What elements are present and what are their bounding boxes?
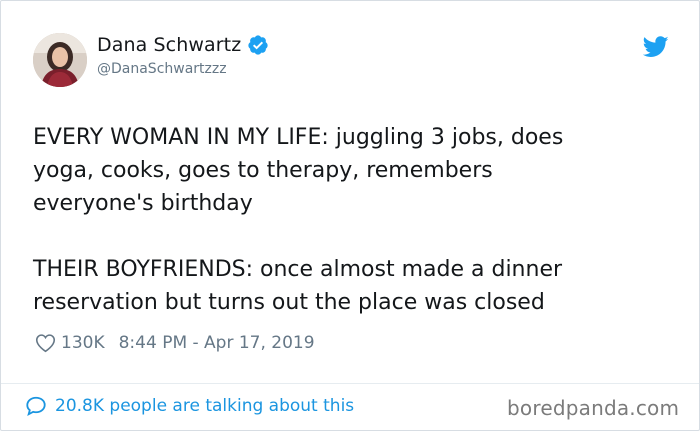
twitter-bird-icon[interactable]	[643, 36, 669, 58]
tweet-line: EVERY WOMAN IN MY LIFE: juggling 3 jobs,…	[33, 125, 564, 150]
tweet-text: EVERY WOMAN IN MY LIFE: juggling 3 jobs,…	[33, 121, 673, 319]
verified-badge-icon	[248, 35, 268, 55]
tweet-line: yoga, cooks, goes to therapy, remembers	[33, 158, 493, 183]
heart-icon[interactable]	[35, 333, 56, 353]
tweet-timestamp[interactable]: 8:44 PM - Apr 17, 2019	[119, 333, 315, 353]
tweet-line: everyone's birthday	[33, 191, 253, 216]
author-name-row: Dana Schwartz	[97, 34, 269, 56]
tweet-card: Dana Schwartz @DanaSchwartzzz EVERY WOMA…	[0, 0, 700, 431]
tweet-meta: 130K 8:44 PM - Apr 17, 2019	[35, 333, 315, 353]
tweet-line: THEIR BOYFRIENDS: once almost made a din…	[33, 257, 563, 282]
conversation-link[interactable]: 20.8K people are talking about this	[25, 395, 354, 417]
conversation-count-text[interactable]: 20.8K people are talking about this	[55, 396, 354, 416]
speech-bubble-icon	[26, 396, 46, 417]
tweet-line: reservation but turns out the place was …	[33, 290, 545, 315]
boredpanda-watermark: boredpanda.com	[507, 396, 680, 420]
author-handle[interactable]: @DanaSchwartzzz	[97, 61, 227, 77]
avatar[interactable]	[33, 33, 87, 87]
footer-divider	[1, 383, 699, 384]
like-count[interactable]: 130K	[61, 333, 105, 353]
author-display-name[interactable]: Dana Schwartz	[97, 34, 241, 56]
